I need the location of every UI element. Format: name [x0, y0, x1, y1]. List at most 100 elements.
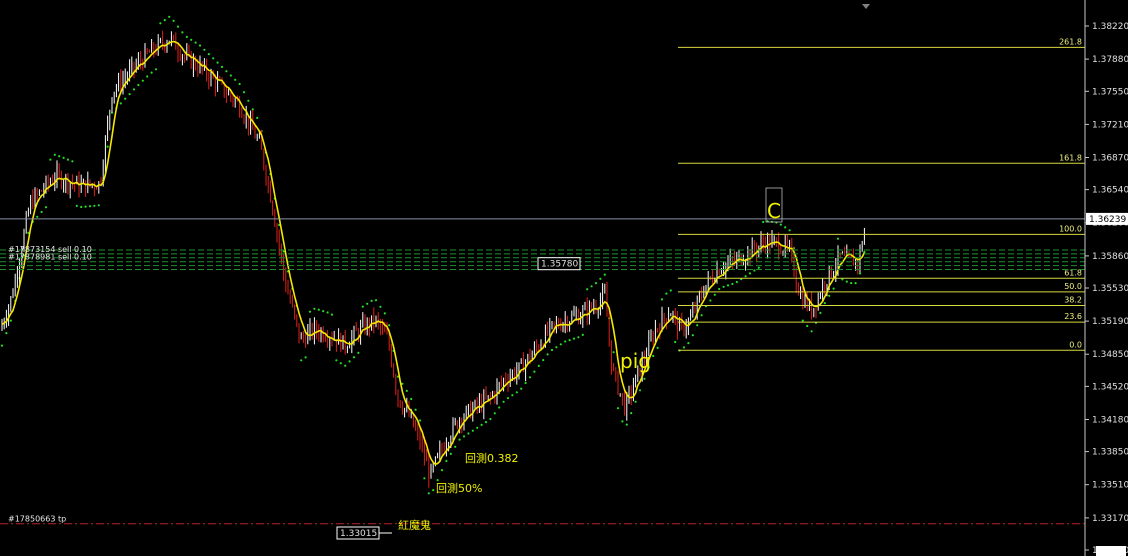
sar-dot: [454, 445, 457, 448]
sar-dot: [317, 308, 320, 311]
sar-dot: [572, 337, 576, 340]
sar-dot: [445, 459, 448, 463]
sar-dot: [40, 210, 43, 214]
sar-dot: [141, 79, 144, 82]
sar-dot: [612, 351, 615, 354]
sar-dot: [594, 282, 598, 285]
sar-dot: [731, 282, 734, 286]
sar-dot: [220, 65, 224, 68]
sar-dot: [709, 299, 712, 302]
axis-tick-label: 1.35860: [1092, 252, 1128, 262]
scale-box: [1096, 546, 1126, 556]
sar-dot: [427, 492, 430, 495]
order-label[interactable]: #17878981 sell 0.10: [8, 253, 92, 262]
sar-dot: [581, 333, 584, 336]
sar-dot: [744, 275, 747, 278]
sar-dot: [762, 220, 765, 224]
sar-dot: [242, 91, 246, 94]
sar-dot: [132, 88, 136, 91]
sar-dot: [542, 359, 545, 362]
sar-dot: [643, 377, 646, 380]
order-label[interactable]: #17850663 tp: [8, 515, 66, 524]
fibonacci-layer: 261.8161.8100.061.850.038.223.60.0: [678, 37, 1085, 351]
sar-dot: [313, 307, 316, 310]
sar-dot: [634, 400, 637, 403]
fib-label: 38.2: [1064, 296, 1082, 305]
chart-window[interactable]: 261.8 161.8 100.0 61.8 50.0 38.2 23.6 0.0 #1787…: [0, 0, 1128, 556]
sar-dot: [106, 145, 109, 148]
sar-dot: [480, 423, 483, 426]
price-chart[interactable]: 261.8161.8100.061.850.038.223.60.0 #1787…: [0, 0, 1128, 556]
sar-dot: [506, 397, 510, 400]
sar-dot: [757, 266, 760, 269]
sar-dot: [537, 364, 540, 367]
sar-dot: [418, 419, 422, 422]
sar-dot: [137, 83, 140, 87]
sar-dot: [119, 102, 122, 105]
sar-dot: [498, 406, 501, 409]
sar-dot: [352, 356, 356, 359]
sar-dot: [616, 407, 620, 410]
price-tag-label: 1.35780: [541, 260, 578, 270]
fib-label: 261.8: [1059, 37, 1082, 46]
sar-dot: [638, 389, 642, 392]
sar-dot: [361, 305, 364, 308]
sar-dot: [528, 376, 532, 379]
sar-dot: [163, 19, 166, 22]
sar-dot: [696, 324, 699, 327]
sar-dot: [124, 97, 127, 100]
fib-label: 0.0: [1069, 340, 1082, 349]
sar-dot: [388, 324, 391, 327]
sar-dot: [850, 282, 853, 285]
sar-dot: [181, 31, 184, 34]
sar-dot: [62, 156, 65, 159]
fib-label: 23.6: [1064, 312, 1082, 321]
sar-dot: [9, 319, 12, 322]
sar-dot: [238, 82, 241, 86]
fib-label: 50.0: [1064, 282, 1082, 291]
axis-tick-label: 1.35530: [1092, 284, 1128, 294]
sar-dot: [212, 57, 215, 60]
sar-dot: [58, 155, 61, 158]
sar-dot: [559, 343, 562, 346]
parabolic-sar-layer: [0, 15, 866, 495]
sar-dot: [462, 435, 466, 438]
sar-dot: [216, 61, 219, 64]
sar-dot: [524, 381, 527, 385]
sar-dot: [366, 302, 369, 305]
sar-dot: [194, 41, 197, 44]
retest-0382-label: 回測0.382: [465, 451, 519, 465]
scroll-marker-icon[interactable]: [862, 4, 870, 9]
current-price-label: 1.36239: [1089, 215, 1126, 225]
sar-dot: [700, 314, 703, 317]
sar-dot: [414, 408, 417, 411]
sar-dot: [687, 342, 690, 345]
axis-tick-label: 1.34180: [1092, 416, 1128, 426]
sar-dot: [828, 294, 831, 297]
sar-dot: [172, 19, 175, 22]
sar-dot: [484, 421, 488, 424]
sar-dot: [691, 334, 694, 337]
axis-tick-label: 1.35190: [1092, 317, 1128, 327]
sar-dot: [159, 22, 162, 25]
sar-dot: [555, 346, 558, 349]
sar-dot: [590, 285, 593, 288]
sar-dot: [471, 429, 474, 432]
sar-dot: [660, 298, 664, 301]
axis-tick-label: 1.33510: [1092, 481, 1128, 491]
sar-dot: [467, 432, 470, 435]
sar-dot: [185, 35, 188, 39]
price-axis: 1.38220 1.37880 1.37550 1.37210 1.36870 1.365…: [1084, 0, 1128, 556]
sar-dot: [335, 359, 338, 362]
sar-dot: [379, 305, 382, 308]
sar-dot: [784, 226, 787, 229]
sar-dot: [71, 160, 74, 163]
sar-dot: [207, 53, 210, 56]
sar-dot: [168, 15, 171, 18]
axis-tick-label: 1.33170: [1092, 514, 1128, 524]
sar-dot: [674, 340, 677, 344]
axis-tick-label: 1.37880: [1092, 55, 1128, 65]
sar-dot: [511, 394, 514, 397]
sar-dot: [652, 354, 655, 358]
sar-dot: [568, 339, 571, 342]
